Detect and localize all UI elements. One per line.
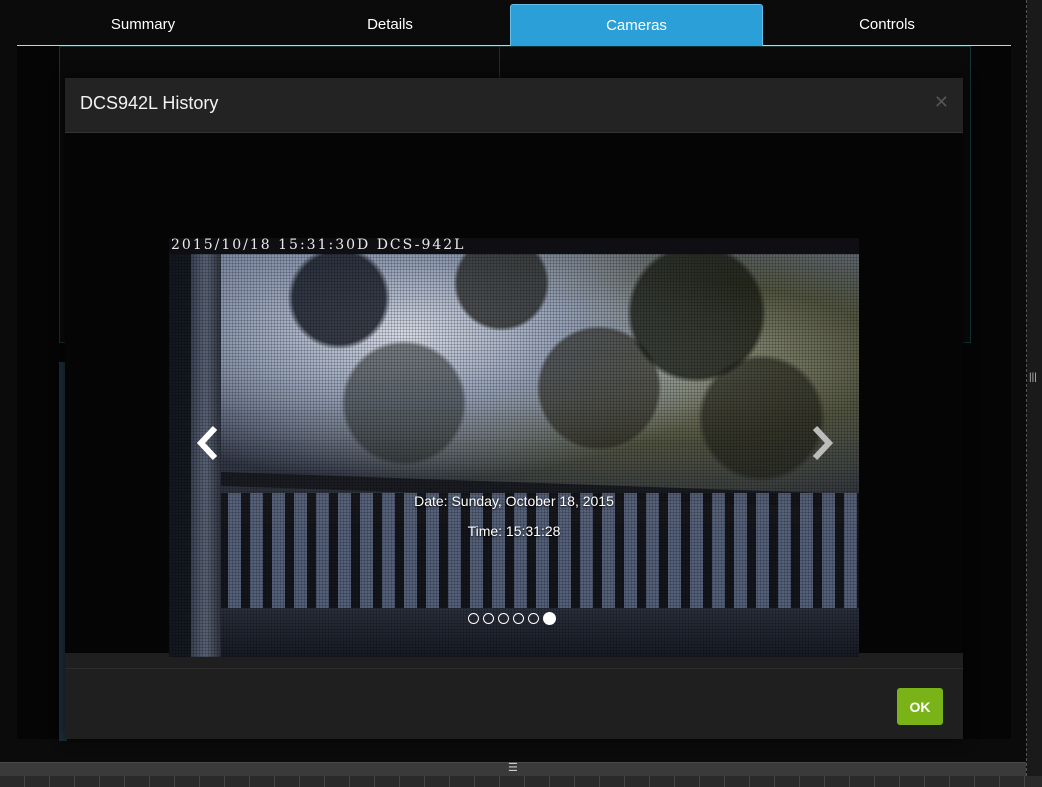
close-icon[interactable]: ✕: [934, 92, 949, 113]
chevron-left-icon[interactable]: [193, 423, 223, 463]
tab-cameras[interactable]: Cameras: [510, 4, 763, 46]
snapshot-time: Time: 15:31:28: [467, 523, 561, 539]
chevron-right-icon[interactable]: [807, 423, 837, 463]
tab-controls[interactable]: Controls: [763, 4, 1011, 45]
image-screen-texture: [169, 238, 859, 657]
camera-history-modal: DCS942L History ✕ 2015/10/18 15:31:30D D…: [65, 78, 963, 739]
modal-header: DCS942L History ✕: [65, 78, 963, 133]
carousel-dot[interactable]: [528, 613, 539, 625]
carousel-indicators: [468, 610, 560, 626]
resize-handle-bottom[interactable]: ☰: [508, 761, 518, 774]
tab-details[interactable]: Details: [269, 4, 511, 45]
app-window: Summary Details Cameras Controls DCS942L…: [0, 0, 1027, 776]
modal-body: 2015/10/18 15:31:30D DCS-942L Date: Sund…: [65, 133, 963, 657]
carousel-dot[interactable]: [498, 613, 509, 625]
carousel-dot[interactable]: [513, 613, 524, 625]
tab-summary[interactable]: Summary: [17, 4, 269, 45]
camera-snapshot-image: 2015/10/18 15:31:30D DCS-942L: [169, 238, 859, 657]
tab-bar: Summary Details Cameras Controls: [17, 4, 1011, 46]
carousel-dot[interactable]: [483, 613, 494, 625]
ok-button[interactable]: OK: [897, 688, 943, 725]
image-timestamp-overlay: 2015/10/18 15:31:30D DCS-942L: [171, 238, 466, 253]
carousel-dot-active[interactable]: [543, 612, 556, 626]
resize-handle-right[interactable]: |||: [1029, 372, 1037, 383]
carousel-dot[interactable]: [468, 613, 479, 625]
snapshot-date: Date: Sunday, October 18, 2015: [414, 493, 614, 509]
bottom-ruler: [0, 776, 1042, 787]
modal-footer-divider: [65, 668, 963, 669]
modal-title: DCS942L History: [80, 93, 219, 113]
